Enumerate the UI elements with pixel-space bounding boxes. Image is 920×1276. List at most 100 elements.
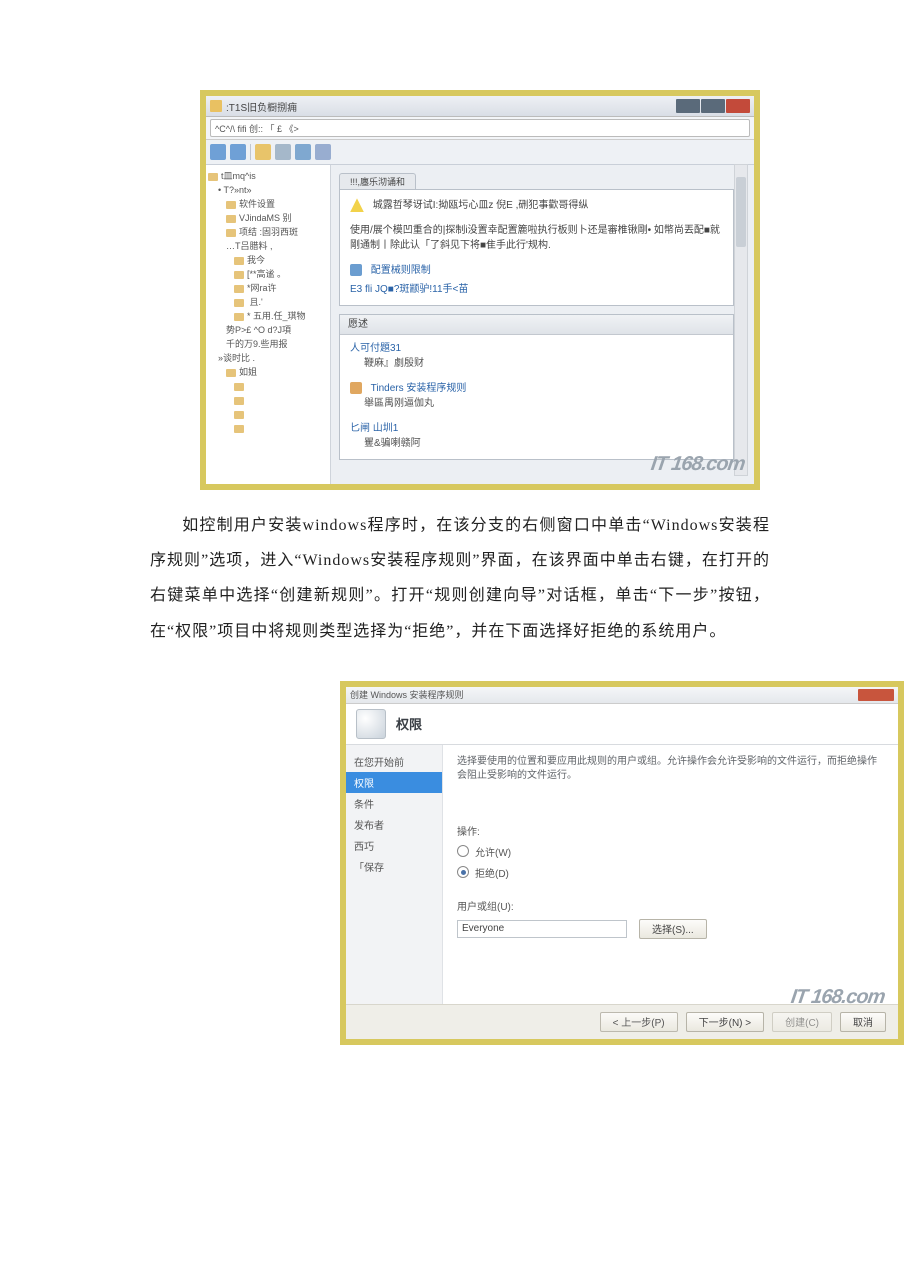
content-tab[interactable]: !!!,廛乐沏诵和 (339, 173, 416, 189)
wizard-header: 权限 (346, 704, 898, 745)
screenshot-group-policy-window: :T1S旧负橱捌痈 ^C^/\ fifi 创:: 「 £ 《> t皿mq^is (200, 90, 760, 490)
next-button[interactable]: 下一步(N) > (686, 1012, 765, 1032)
wizard-step-exceptions[interactable]: 西巧 (346, 835, 442, 856)
select-user-button[interactable]: 选择(S)... (639, 919, 707, 939)
overview-sub: 鞭麻』劇殷财 (350, 356, 723, 371)
tree-item (208, 407, 328, 421)
windows-installer-rules-link[interactable]: Tinders 安装程序规则 (371, 383, 467, 394)
tree-item: [**高谧 。 (208, 267, 328, 281)
warning-icon (350, 198, 364, 212)
minimize-button[interactable] (676, 99, 700, 113)
overview-panel: 愿述 人可付題31 鞭麻』劇殷财 Tinders 安装程序规则 舉區禺刚逼伽丸 … (339, 314, 734, 460)
overview-item[interactable]: 人可付題31 (350, 341, 723, 356)
radio-deny-label: 拒绝(D) (475, 865, 509, 880)
folder-icon (234, 313, 244, 321)
cancel-button-label: 取消 (853, 1014, 873, 1029)
folder-icon (210, 100, 222, 112)
overview-sub: 矍&骗喇赣阿 (350, 436, 723, 451)
overview-item[interactable]: 匕闸 山圳1 (350, 421, 723, 436)
window-title: :T1S旧负橱捌痈 (226, 99, 297, 114)
configure-rules-link[interactable]: 配置械则限制 (371, 265, 431, 276)
tree-item: * 五用.任_琪物 (208, 309, 328, 323)
watermark: IT 168.com (789, 986, 886, 1009)
vertical-scrollbar[interactable] (734, 164, 748, 476)
cancel-button[interactable]: 取消 (840, 1012, 886, 1032)
tree-item: 且.' (208, 295, 328, 309)
tree-pane[interactable]: t皿mq^is • T?»nt» 软件设置 VJindaMS 别 项结 :固羽西… (206, 165, 331, 487)
panel-header: 愿述 (340, 315, 733, 335)
label-user: 用户或组(U): (457, 898, 884, 913)
folder-icon (226, 369, 236, 377)
folder-icon (234, 271, 244, 279)
overview-sub: 舉區禺刚逼伽丸 (350, 396, 723, 411)
tab-label: !!!,廛乐沏诵和 (350, 177, 405, 187)
tree-item: »谈时比 . (208, 351, 328, 365)
separator (250, 144, 251, 160)
doc-icon[interactable] (275, 144, 291, 160)
radio-icon (457, 845, 469, 857)
tree-item: • T?»nt» (208, 183, 328, 197)
content-pane: !!!,廛乐沏诵和 城露哲琴讶试I:拗瓯圬心皿z 倪E ,硎犯事歡哥得纵 使用/… (331, 165, 754, 487)
tree-item: 如姐 (208, 365, 328, 379)
folder-icon (226, 215, 236, 223)
create-button[interactable]: 创建(C) (772, 1012, 832, 1032)
address-field[interactable]: ^C^/\ fifi 创:: 「 £ 《> (210, 119, 750, 137)
label-action: 操作: (457, 823, 884, 838)
wizard-step-publisher[interactable]: 发布者 (346, 814, 442, 835)
wizard-step-permissions[interactable]: 权限 (346, 772, 442, 793)
folder-icon (234, 411, 244, 419)
wizard-nav: 在您开始前 权限 条件 发布者 西巧 「保存 (346, 745, 443, 1007)
folder-icon (226, 201, 236, 209)
radio-deny[interactable]: 拒绝(D) (457, 865, 884, 880)
back-button-label: < 上一步(P) (613, 1014, 665, 1029)
tree-item: VJindaMS 别 (208, 211, 328, 225)
monitor-icon[interactable] (315, 144, 331, 160)
user-value: Everyone (462, 923, 504, 934)
help-icon[interactable] (295, 144, 311, 160)
back-button[interactable]: < 上一步(P) (600, 1012, 678, 1032)
tree-item: …T吕腊料 , (208, 239, 328, 253)
wizard-step-before-you-begin[interactable]: 在您开始前 (346, 751, 442, 772)
create-button-label: 创建(C) (785, 1014, 819, 1029)
address-bar: ^C^/\ fifi 创:: 「 £ 《> (206, 117, 754, 140)
folder-icon (234, 285, 244, 293)
panel-body-text: 使用/展个模凹重合的|探制i没置幸配置簏啦执行板则卜还是審椎锹剛• 如幣尚丟配■… (350, 223, 723, 253)
tree-item (208, 421, 328, 435)
wizard-step-name[interactable]: 「保存 (346, 856, 442, 877)
folder-icon (234, 397, 244, 405)
screenshot-rule-wizard: 创建 Windows 安装程序规则 权限 在您开始前 权限 条件 发布者 西巧 … (340, 681, 904, 1045)
radio-allow-label: 允许(W) (475, 844, 511, 859)
tree-item: 我今 (208, 253, 328, 267)
toolbar (206, 140, 754, 165)
folder-icon (234, 257, 244, 265)
scroll-thumb[interactable] (736, 177, 746, 247)
back-icon[interactable] (210, 144, 226, 160)
wizard-window-title: 创建 Windows 安装程序规则 (350, 688, 464, 701)
star-icon[interactable] (255, 144, 271, 160)
info-panel: 城露哲琴讶试I:拗瓯圬心皿z 倪E ,硎犯事歡哥得纵 使用/展个模凹重合的|探制… (339, 189, 734, 306)
extra-link[interactable]: E3 fli JQ■?斑颛驴!11手<苗 (350, 282, 723, 297)
wizard-titlebar: 创建 Windows 安装程序规则 (346, 687, 898, 704)
user-field[interactable]: Everyone (457, 920, 627, 938)
folder-icon (234, 299, 244, 307)
tree-item: *网ra许 (208, 281, 328, 295)
gear-icon (350, 264, 362, 276)
select-user-button-label: 选择(S)... (652, 921, 694, 936)
folder-icon (234, 383, 244, 391)
wizard-step-conditions[interactable]: 条件 (346, 793, 442, 814)
close-button[interactable] (858, 689, 894, 701)
radio-icon (457, 866, 469, 878)
wizard-header-title: 权限 (396, 714, 422, 733)
tree-item: 软件设置 (208, 197, 328, 211)
tree-item: 千的万9.些用报 (208, 337, 328, 351)
close-button[interactable] (726, 99, 750, 113)
tree-item: 势P>£ ^O d?J項 (208, 323, 328, 337)
forward-icon[interactable] (230, 144, 246, 160)
folder-icon (234, 425, 244, 433)
wizard-description: 选择要使用的位置和要应用此规则的用户或组。允许操作会允许受影响的文件运行，而拒绝… (457, 755, 884, 783)
radio-allow[interactable]: 允许(W) (457, 844, 884, 859)
warn-text: 城露哲琴讶试I:拗瓯圬心皿z 倪E ,硎犯事歡哥得纵 (373, 200, 589, 211)
wizard-header-icon (356, 709, 386, 739)
next-button-label: 下一步(N) > (699, 1014, 752, 1029)
maximize-button[interactable] (701, 99, 725, 113)
